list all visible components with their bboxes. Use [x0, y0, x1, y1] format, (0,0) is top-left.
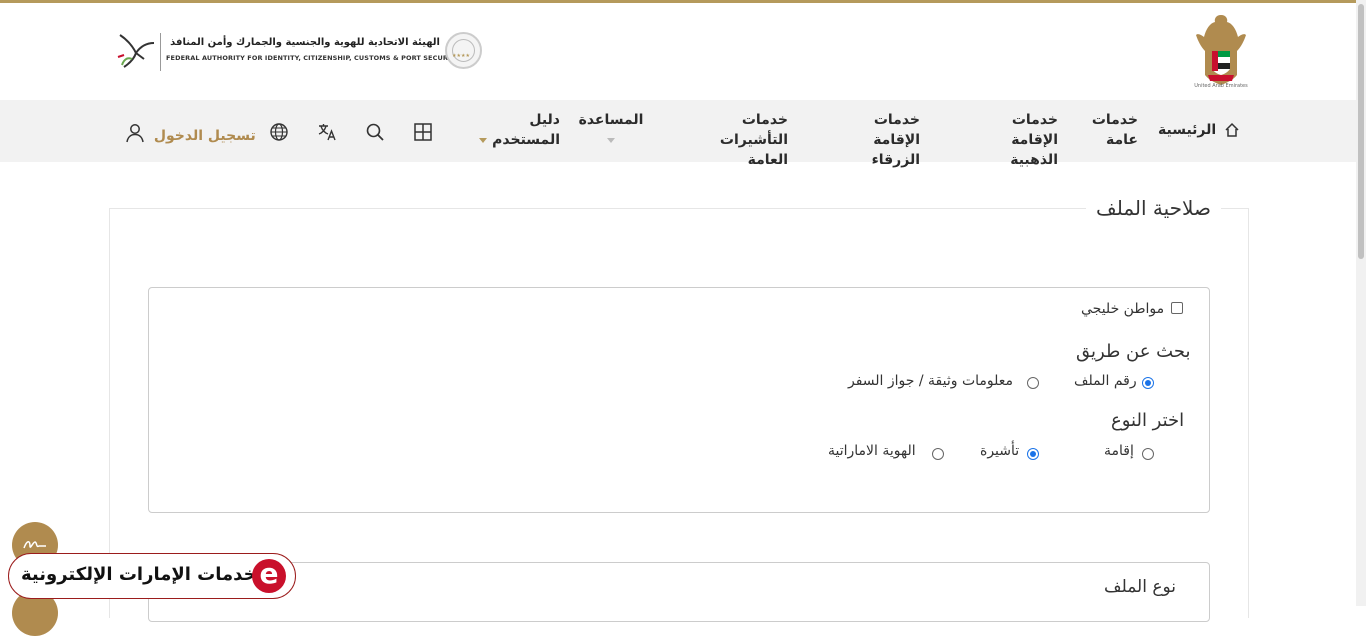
search-by-document-radio[interactable] [1027, 377, 1039, 389]
search-options-panel [148, 287, 1210, 513]
login-button[interactable]: تسجيل الدخول [125, 120, 256, 144]
user-icon [126, 124, 144, 143]
site-header: United Arab Emirates الهيئة الاتحادية لل… [0, 3, 1356, 100]
nav-user-guide-line1: دليل [529, 112, 560, 128]
type-residence-label: إقامة [1104, 443, 1134, 459]
apps-grid-icon[interactable] [413, 122, 433, 142]
type-visa-radio[interactable] [1027, 448, 1039, 460]
type-emirates-id-radio[interactable] [932, 448, 944, 460]
nav-golden-residency-line2: الذهبية [1010, 152, 1058, 168]
nav-public-visa-line2: العامة [747, 152, 788, 168]
nav-user-guide-line2: المستخدم [492, 132, 560, 148]
nav-public-visa-line1: خدمات التأشيرات [719, 112, 788, 148]
nav-public-visa[interactable]: خدمات التأشيرات العامة [672, 110, 788, 170]
scrollbar-thumb[interactable] [1358, 4, 1364, 259]
nav-blue-residency-line2: الزرقاء [871, 152, 920, 168]
gcc-citizen-label: مواطن خليجي [1081, 301, 1165, 317]
gcc-citizen-checkbox[interactable] [1171, 302, 1183, 314]
choose-type-title: اختر النوع [1111, 410, 1185, 431]
emblem-caption: United Arab Emirates [1194, 83, 1248, 89]
translate-icon[interactable] [317, 122, 337, 142]
file-type-title: نوع الملف [1104, 577, 1177, 597]
nav-help-label: المساعدة [578, 112, 644, 128]
search-by-title: بحث عن طريق [1076, 341, 1191, 362]
search-by-file-number-radio[interactable] [1142, 377, 1154, 389]
search-by-file-number-label: رقم الملف [1074, 373, 1137, 389]
nav-general-services-line1: خدمات [1091, 112, 1138, 128]
type-emirates-id-label: الهوية الاماراتية [828, 443, 916, 459]
authority-name-english: FEDERAL AUTHORITY FOR IDENTITY, CITIZENS… [166, 54, 460, 62]
uae-eservices-widget[interactable]: خدمات الإمارات الإلكترونية e [8, 553, 296, 599]
search-by-document-label: معلومات وثيقة / جواز السفر [848, 373, 1014, 389]
eservices-label: خدمات الإمارات الإلكترونية [21, 564, 257, 585]
rating-badge-icon: ★★★★ [445, 32, 482, 69]
nav-blue-residency-line1: خدمات الإقامة [873, 112, 920, 148]
user-guide-dropdown-chevron-icon [479, 137, 488, 143]
falcon-logo-icon [117, 34, 155, 68]
nav-golden-residency-line1: خدمات الإقامة [1011, 112, 1058, 148]
globe-icon[interactable] [269, 122, 289, 142]
nav-general-services-line2: عامة [1106, 132, 1138, 148]
page-scrollbar[interactable] [1356, 0, 1366, 606]
file-type-panel [148, 562, 1210, 622]
search-icon[interactable] [365, 122, 385, 142]
home-icon [1225, 122, 1239, 137]
logo-divider [160, 33, 161, 71]
type-visa-label: تأشيرة [980, 443, 1020, 459]
nav-general-services[interactable]: خدمات عامة [1091, 110, 1138, 150]
authority-name-arabic: الهيئة الاتحادية للهوية والجنسية والجمار… [170, 37, 440, 48]
nav-blue-residency[interactable]: خدمات الإقامة الزرقاء [824, 110, 920, 170]
uae-emblem-logo[interactable] [1192, 11, 1250, 91]
help-dropdown-chevron-icon [607, 137, 615, 143]
nav-golden-residency[interactable]: خدمات الإقامة الذهبية [962, 110, 1058, 170]
file-validity-title: صلاحية الملف [1086, 196, 1221, 220]
main-navigation: الرئيسية خدمات عامة خدمات الإقامة الذهبي… [0, 100, 1356, 168]
nav-home-label: الرئيسية [1158, 122, 1217, 138]
eservices-e-logo-icon: e [252, 559, 286, 593]
nav-user-guide[interactable]: دليل المستخدم [478, 110, 560, 150]
nav-help[interactable]: المساعدة [578, 110, 644, 150]
nav-home[interactable]: الرئيسية [1158, 120, 1239, 140]
login-label: تسجيل الدخول [153, 128, 256, 144]
signature-icon [23, 541, 46, 549]
type-residence-radio[interactable] [1142, 448, 1154, 460]
